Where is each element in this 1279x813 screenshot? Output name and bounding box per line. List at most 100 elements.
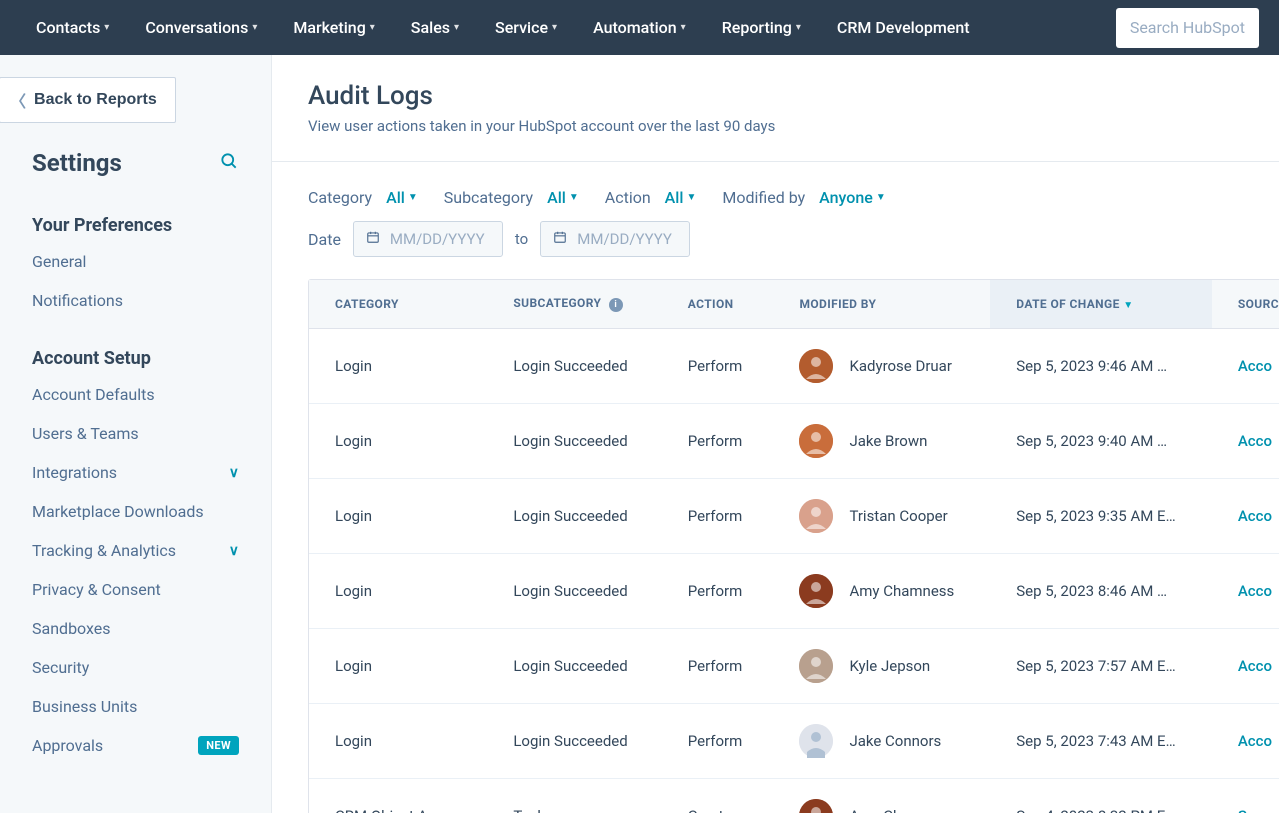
avatar <box>799 649 833 683</box>
sidebar-item-general[interactable]: General <box>0 242 271 281</box>
sidebar-item-account-defaults[interactable]: Account Defaults <box>0 375 271 414</box>
sidebar-item-users-teams[interactable]: Users & Teams <box>0 414 271 453</box>
cell-subcategory: Task <box>487 779 661 813</box>
filter-category-label: Category <box>308 188 372 207</box>
settings-sidebar: 〈 Back to Reports Settings Your Preferen… <box>0 55 272 813</box>
cell-source[interactable]: Sna <box>1212 779 1279 813</box>
sidebar-item-label: Sandboxes <box>32 619 111 638</box>
th-dateofchange[interactable]: DATE OF CHANGE ▼ <box>990 280 1212 329</box>
cell-modifiedby: Tristan Cooper <box>773 479 990 554</box>
nav-label: Marketing <box>293 18 365 37</box>
cell-modifiedby: Kyle Jepson <box>773 629 990 704</box>
sidebar-item-integrations[interactable]: Integrations∨ <box>0 453 271 492</box>
filter-modifiedby-dropdown[interactable]: Anyone ▼ <box>819 188 886 207</box>
cell-category: Login <box>309 329 487 404</box>
table-row[interactable]: CRM Object Acc…TaskCreateAmy ChamnessSep… <box>309 779 1279 813</box>
sidebar-item-label: Users & Teams <box>32 424 139 443</box>
user-name: Kyle Jepson <box>849 657 930 675</box>
date-to-input[interactable]: MM/DD/YYYY <box>540 221 690 257</box>
page-subtitle: View user actions taken in your HubSpot … <box>308 117 1279 135</box>
nav-item-crm-development[interactable]: CRM Development <box>837 18 970 37</box>
table-row[interactable]: LoginLogin SucceededPerformKyle JepsonSe… <box>309 629 1279 704</box>
th-subcategory-label: SUBCATEGORY <box>513 296 601 310</box>
filter-subcategory-dropdown[interactable]: All ▼ <box>547 188 579 207</box>
filter-modifiedby-label: Modified by <box>722 188 805 207</box>
table-row[interactable]: LoginLogin SucceededPerformJake BrownSep… <box>309 404 1279 479</box>
cell-source[interactable]: Acco <box>1212 704 1279 779</box>
cell-action: Perform <box>662 329 774 404</box>
filter-action-value: All <box>665 188 684 207</box>
cell-date: Sep 5, 2023 9:46 AM … <box>990 329 1212 404</box>
nav-label: Conversations <box>145 18 248 37</box>
filter-modifiedby-value: Anyone <box>819 188 873 207</box>
cell-category: Login <box>309 704 487 779</box>
page-title: Audit Logs <box>308 81 1279 111</box>
nav-item-sales[interactable]: Sales▾ <box>411 18 459 37</box>
th-source[interactable]: SOURCE <box>1212 280 1279 329</box>
cell-modifiedby: Amy Chamness <box>773 779 990 813</box>
cell-date: Sep 4, 2023 8:32 PM E… <box>990 779 1212 813</box>
global-search[interactable]: Search HubSpot <box>1116 8 1259 48</box>
avatar <box>799 799 833 813</box>
cell-action: Perform <box>662 554 774 629</box>
th-action[interactable]: ACTION <box>662 280 774 329</box>
cell-source[interactable]: Acco <box>1212 554 1279 629</box>
table-row[interactable]: LoginLogin SucceededPerformJake ConnorsS… <box>309 704 1279 779</box>
cell-action: Perform <box>662 404 774 479</box>
avatar <box>799 574 833 608</box>
cell-subcategory: Login Succeeded <box>487 404 661 479</box>
chevron-down-icon: ▾ <box>370 22 375 33</box>
cell-source[interactable]: Acco <box>1212 629 1279 704</box>
date-from-input[interactable]: MM/DD/YYYY <box>353 221 503 257</box>
cell-source[interactable]: Acco <box>1212 329 1279 404</box>
filter-action-dropdown[interactable]: All ▼ <box>665 188 697 207</box>
sidebar-item-notifications[interactable]: Notifications <box>0 281 271 320</box>
avatar <box>799 349 833 383</box>
table-row[interactable]: LoginLogin SucceededPerform Kadyrose Drua… <box>309 329 1279 404</box>
nav-item-reporting[interactable]: Reporting ▾ <box>722 18 801 37</box>
sidebar-item-sandboxes[interactable]: Sandboxes <box>0 609 271 648</box>
table-row[interactable]: LoginLogin SucceededPerformAmy ChamnessS… <box>309 554 1279 629</box>
nav-item-automation[interactable]: Automation▾ <box>593 18 686 37</box>
th-modifiedby[interactable]: MODIFIED BY <box>773 280 990 329</box>
sidebar-item-business-units[interactable]: Business Units <box>0 687 271 726</box>
nav-item-service[interactable]: Service▾ <box>495 18 557 37</box>
user-name: Tristan Cooper <box>849 507 947 525</box>
cell-category: Login <box>309 629 487 704</box>
chevron-down-icon: ▼ <box>686 192 696 203</box>
sidebar-item-tracking-analytics[interactable]: Tracking & Analytics∨ <box>0 531 271 570</box>
sidebar-item-label: Approvals <box>32 736 103 755</box>
nav-label: Reporting <box>722 18 792 37</box>
th-subcategory[interactable]: SUBCATEGORY i <box>487 280 661 329</box>
filter-action-label: Action <box>605 188 651 207</box>
sidebar-item-marketplace-downloads[interactable]: Marketplace Downloads <box>0 492 271 531</box>
cell-modifiedby: Amy Chamness <box>773 554 990 629</box>
cell-source[interactable]: Acco <box>1212 479 1279 554</box>
nav-label: Contacts <box>36 18 100 37</box>
back-to-reports-button[interactable]: 〈 Back to Reports <box>0 77 176 123</box>
cell-category: Login <box>309 404 487 479</box>
sidebar-item-security[interactable]: Security <box>0 648 271 687</box>
settings-title: Settings <box>32 149 122 177</box>
cell-date: Sep 5, 2023 7:57 AM E… <box>990 629 1212 704</box>
sidebar-item-approvals[interactable]: ApprovalsNEW <box>0 726 271 765</box>
sidebar-item-label: Security <box>32 658 89 677</box>
user-name: Kadyrose Druar <box>849 357 951 375</box>
sidebar-item-privacy-consent[interactable]: Privacy & Consent <box>0 570 271 609</box>
sidebar-item-label: Account Defaults <box>32 385 155 404</box>
chevron-down-icon: ▾ <box>796 22 801 33</box>
nav-item-conversations[interactable]: Conversations▾ <box>145 18 257 37</box>
th-category[interactable]: CATEGORY <box>309 280 487 329</box>
cell-action: Create <box>662 779 774 813</box>
search-icon[interactable] <box>219 151 239 176</box>
top-nav: Contacts▾Conversations▾Marketing▾Sales▾S… <box>0 0 1279 55</box>
main-content: Audit Logs View user actions taken in yo… <box>272 55 1279 813</box>
cell-source[interactable]: Acco <box>1212 404 1279 479</box>
info-icon[interactable]: i <box>609 298 623 312</box>
nav-item-marketing[interactable]: Marketing ▾ <box>293 18 374 37</box>
cell-subcategory: Login Succeeded <box>487 329 661 404</box>
filter-category-value: All <box>386 188 405 207</box>
table-row[interactable]: LoginLogin SucceededPerformTristan Coope… <box>309 479 1279 554</box>
filter-category-dropdown[interactable]: All ▼ <box>386 188 418 207</box>
nav-item-contacts[interactable]: Contacts▾ <box>36 18 109 37</box>
